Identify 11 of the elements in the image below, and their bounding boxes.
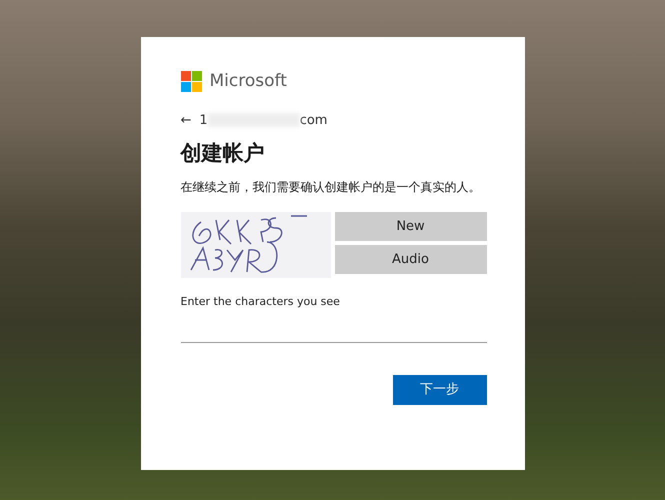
next-button[interactable]: 下一步 — [392, 374, 486, 405]
brand-name: Microsoft — [210, 70, 287, 93]
field-label: Enter the characters you see — [180, 294, 341, 310]
logo-icon — [180, 71, 202, 92]
email-text: 1 — [199, 112, 208, 130]
back-arrow[interactable]: ← — [180, 110, 192, 130]
captcha-button[interactable]: Audio — [334, 245, 486, 274]
page-title: 创建帐户 — [180, 140, 266, 167]
email-text: com — [300, 112, 328, 130]
description: 在继续之前，我们需要确认创建帐户的是一个真实的人。 — [180, 178, 482, 196]
captcha-button[interactable]: New — [334, 212, 486, 242]
